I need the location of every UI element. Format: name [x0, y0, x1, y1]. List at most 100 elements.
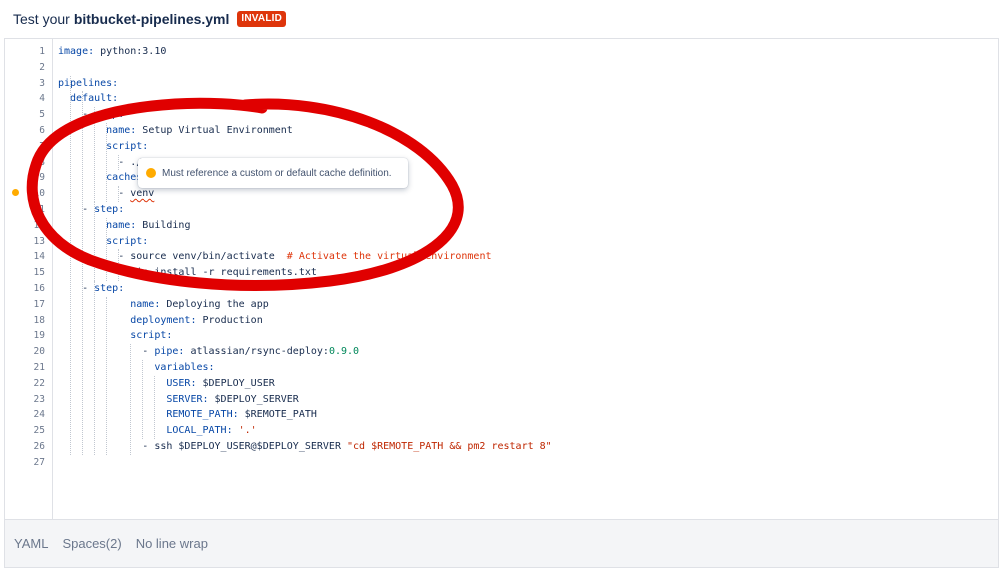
line-number: 26 [33, 441, 45, 452]
line-number: 27 [33, 456, 45, 468]
code-token: python:3.10 [94, 46, 167, 57]
code-line[interactable]: script: [58, 139, 148, 155]
indent-guide [82, 91, 84, 455]
line-number: 7 [39, 140, 45, 152]
line-number: 6 [39, 125, 45, 136]
line-number: 23 [33, 393, 45, 405]
code-line[interactable]: default: [58, 91, 118, 107]
line-number: 8 [39, 156, 45, 168]
code-line[interactable]: script: [58, 328, 172, 344]
code-token: # Activate the virtual environment [286, 251, 492, 263]
code-token: Setup Virtual Environment [136, 125, 293, 136]
code-line[interactable]: name: Building [58, 218, 190, 234]
code-token: name: [58, 298, 161, 310]
code-line[interactable]: - source venv/bin/activate # Activate th… [58, 249, 491, 265]
code-line[interactable]: pip install -r requirements.txt [58, 265, 317, 281]
indent-guide [154, 375, 156, 439]
code-line[interactable]: USER: $DEPLOY_USER [58, 376, 275, 392]
code-token: Deploying the app [160, 298, 269, 310]
code-token: "cd $REMOTE_PATH && pm2 restart 8" [346, 441, 552, 452]
code-token: pip install -r requirements.txt [58, 267, 317, 279]
line-number-gutter: 1 2 3 4 5 6 7 8 9 10 11 12 13 14 15 16 17 18 19 20 21 22 23 24 2… [5, 39, 53, 519]
line-number: 2 [39, 61, 45, 73]
line-number: 21 [33, 362, 45, 373]
code-token: default: [58, 93, 119, 105]
line-wrap-setting[interactable]: No line wrap [136, 536, 208, 551]
line-number: 12 [33, 219, 45, 231]
code-line[interactable]: image: python:3.10 [58, 44, 166, 60]
invalid-cache-token: venv [130, 188, 155, 200]
line-number: 14 [33, 251, 45, 263]
code-line[interactable]: - step: [58, 202, 124, 218]
code-token: Building [136, 219, 191, 231]
line-number: 3 [39, 77, 45, 89]
line-number: 15 [33, 267, 45, 279]
line-number: 5 [39, 109, 45, 121]
code-token: step: [94, 109, 125, 121]
code-token: USER: [58, 377, 197, 389]
indent-guide [94, 107, 96, 202]
status-badge: INVALID [237, 11, 287, 27]
code-token: $DEPLOY_USER [196, 377, 275, 389]
line-number: 13 [33, 235, 45, 247]
code-token: LOCAL_PATH: [58, 425, 233, 437]
yaml-editor[interactable]: 1 2 3 4 5 6 7 8 9 10 11 12 13 14 15 16 17 18 19 20 21 22 23 24 2… [4, 38, 999, 520]
language-mode[interactable]: YAML [14, 536, 48, 551]
code-line[interactable]: - ssh $DEPLOY_USER@$DEPLOY_SERVER "cd $R… [58, 439, 552, 455]
code-token: pipe: [154, 346, 185, 358]
line-number: 25 [33, 425, 45, 437]
code-line[interactable]: - pipe: atlassian/rsync-deploy:0.9.0 [58, 344, 359, 360]
indent-guide [118, 249, 120, 281]
code-token: '.' [232, 425, 257, 437]
header-filename: bitbucket-pipelines.yml [73, 11, 230, 27]
line-number: 20 [33, 346, 45, 358]
code-token: REMOTE_PATH: [58, 409, 239, 421]
code-line[interactable]: LOCAL_PATH: '.' [58, 423, 257, 439]
indent-guide [130, 344, 132, 455]
line-number: 10 [33, 188, 45, 200]
code-token: pipelines: [58, 77, 119, 89]
indent-guide [106, 296, 108, 455]
code-token: $REMOTE_PATH [238, 409, 317, 421]
code-token: image: [58, 46, 95, 57]
code-token: $DEPLOY_SERVER [208, 393, 299, 405]
code-line[interactable]: name: Deploying the app [58, 297, 269, 313]
code-line[interactable]: pipelines: [58, 76, 118, 92]
code-token: - [58, 204, 95, 215]
header-prefix: Test your [13, 11, 70, 27]
line-number: 19 [33, 330, 45, 342]
code-line[interactable]: - step: [58, 281, 124, 297]
code-line[interactable]: REMOTE_PATH: $REMOTE_PATH [58, 407, 317, 423]
warning-tooltip-text: Must reference a custom or default cache… [162, 167, 392, 179]
code-token: - [58, 283, 95, 294]
line-number: 9 [39, 172, 45, 184]
code-area[interactable]: image: python:3.10 pipelines: default: - … [53, 39, 998, 519]
indent-guide [118, 186, 120, 202]
indentation-setting[interactable]: Spaces(2) [62, 536, 121, 551]
indent-guide [70, 75, 72, 455]
code-token: deployment: [58, 314, 197, 326]
code-line[interactable]: - step: [58, 107, 124, 123]
line-number: 22 [33, 377, 45, 389]
code-token: Production [196, 314, 263, 326]
line-number: 11 [33, 204, 45, 215]
line-number: 17 [33, 298, 45, 310]
code-token: atlassian/rsync-deploy: [184, 346, 329, 358]
page-header: Test your bitbucket-pipelines.yml INVALI… [0, 0, 999, 38]
warning-marker-icon[interactable] [12, 189, 19, 196]
warning-icon [146, 168, 156, 178]
code-line[interactable]: script: [58, 234, 148, 250]
indent-guide [142, 360, 144, 439]
code-token: step: [94, 204, 125, 215]
line-number: 1 [39, 46, 45, 57]
indent-guide [106, 217, 108, 281]
code-line[interactable]: deployment: Production [58, 313, 263, 329]
editor-status-bar: YAML Spaces(2) No line wrap [4, 520, 999, 568]
warning-tooltip: Must reference a custom or default cache… [138, 158, 408, 188]
line-number: 18 [33, 314, 45, 326]
indent-guide [106, 123, 108, 202]
indent-guide [118, 154, 120, 171]
code-token: - ssh $DEPLOY_USER@$DEPLOY_SERVER [58, 441, 347, 452]
code-token: step: [94, 283, 125, 294]
code-token: SERVER: [58, 393, 209, 405]
